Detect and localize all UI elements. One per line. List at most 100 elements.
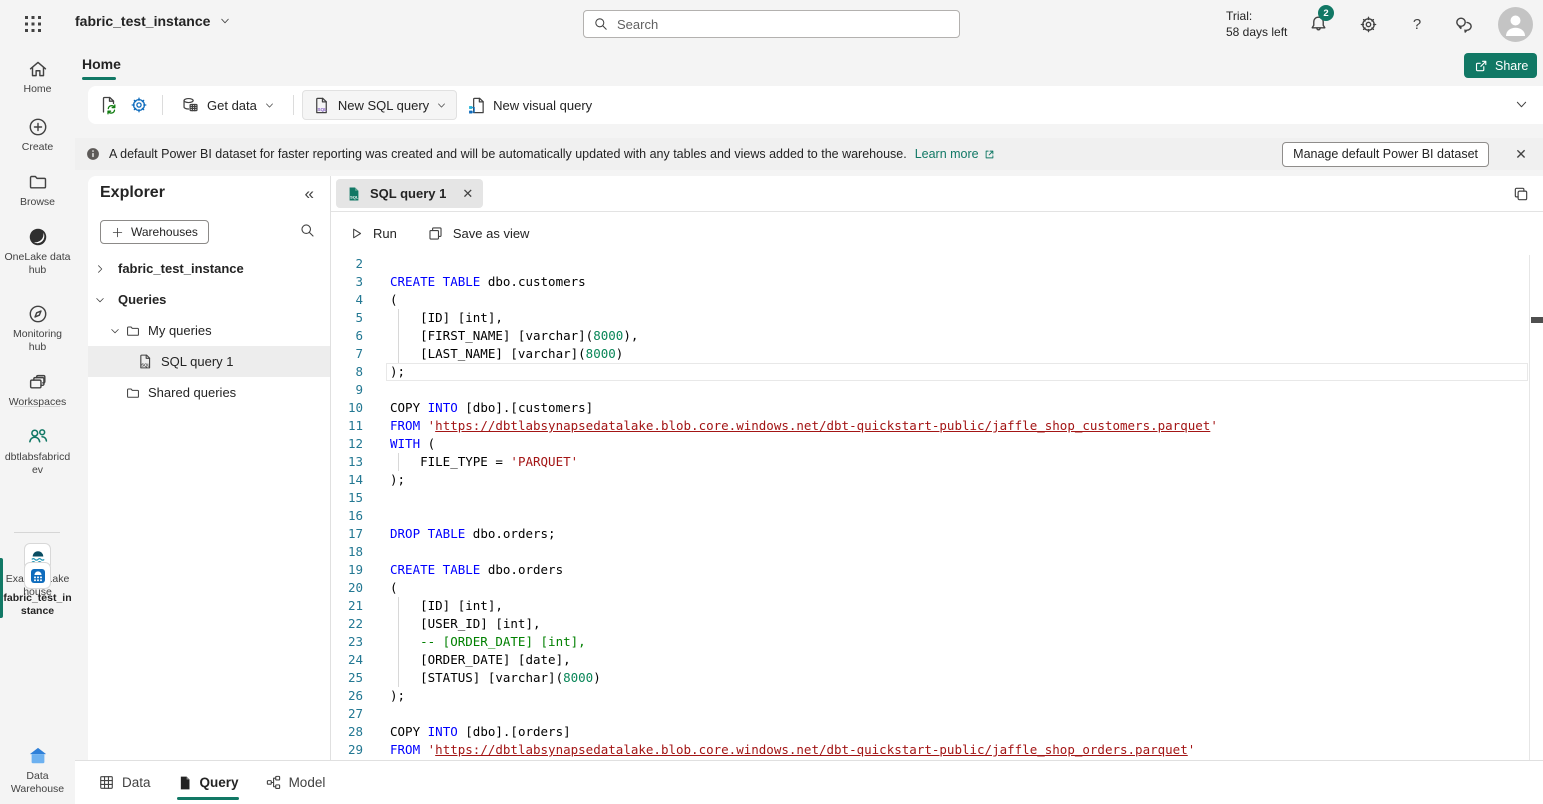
code-line[interactable]: 2 — [331, 255, 1543, 273]
tree-item-label: My queries — [148, 323, 212, 338]
code-line[interactable]: 9 — [331, 381, 1543, 399]
code-line[interactable]: 18 — [331, 543, 1543, 561]
sql-code-editor[interactable]: 23CREATE TABLE dbo.customers4(5 [ID] [in… — [331, 255, 1543, 760]
tab-model-label: Model — [289, 775, 326, 790]
code-line[interactable]: 20( — [331, 579, 1543, 597]
settings-button[interactable] — [1356, 12, 1380, 36]
tree-item-queries[interactable]: Queries — [88, 284, 330, 315]
tree-item-my-queries[interactable]: My queries — [88, 315, 330, 346]
sidebar-item-data-warehouse[interactable]: Data Warehouse — [0, 745, 75, 795]
compass-icon — [27, 303, 49, 325]
warehouse-icon — [24, 562, 51, 589]
manage-dataset-button[interactable]: Manage default Power BI dataset — [1282, 142, 1489, 167]
collapse-ribbon-button[interactable] — [1514, 97, 1529, 112]
code-line[interactable]: 7 [LAST_NAME] [varchar](8000) — [331, 345, 1543, 363]
tab-model[interactable]: Model — [265, 761, 326, 804]
line-number: 27 — [331, 705, 363, 723]
sidebar-item-home[interactable]: Home — [0, 58, 75, 96]
share-button[interactable]: Share — [1464, 53, 1537, 78]
tree-item-warehouse[interactable]: fabric_test_instance — [88, 253, 330, 284]
explorer-search-icon[interactable] — [299, 222, 316, 239]
get-data-button[interactable]: Get data — [171, 90, 285, 120]
sidebar-item-dbtlabsfabricdev[interactable]: dbtlabsfabricdev — [0, 424, 75, 476]
plus-icon — [111, 226, 124, 239]
code-line[interactable]: 11FROM 'https://dbtlabsynapsedatalake.bl… — [331, 417, 1543, 435]
sidebar-item-label: Workspaces — [6, 396, 70, 409]
code-line[interactable]: 8); — [331, 363, 1543, 381]
tab-sql-query-1[interactable]: SQL SQL query 1 ✕ — [336, 179, 483, 208]
code-line[interactable]: 5 [ID] [int], — [331, 309, 1543, 327]
code-line[interactable]: 3CREATE TABLE dbo.customers — [331, 273, 1543, 291]
trial-status[interactable]: Trial: 58 days left — [1226, 8, 1287, 40]
tab-close-icon[interactable]: ✕ — [462, 186, 473, 202]
dataset-info-banner: A default Power BI dataset for faster re… — [75, 138, 1543, 170]
run-button[interactable]: Run — [349, 226, 397, 241]
chevron-down-icon[interactable] — [107, 325, 123, 337]
collapse-explorer-icon[interactable]: « — [305, 184, 314, 204]
sql-document-icon: SQL — [312, 96, 331, 115]
code-line[interactable]: 26); — [331, 687, 1543, 705]
add-warehouses-button[interactable]: Warehouses — [100, 220, 209, 244]
code-line[interactable]: 19CREATE TABLE dbo.orders — [331, 561, 1543, 579]
code-line[interactable]: 14); — [331, 471, 1543, 489]
svg-text:SQL: SQL — [141, 362, 150, 367]
sidebar-item-monitoring-hub[interactable]: Monitoring hub — [0, 303, 75, 353]
code-line[interactable]: 27 — [331, 705, 1543, 723]
code-line[interactable]: 4( — [331, 291, 1543, 309]
new-sql-query-label: New SQL query — [338, 98, 429, 113]
code-line[interactable]: 25 [STATUS] [varchar](8000) — [331, 669, 1543, 687]
code-line[interactable]: 21 [ID] [int], — [331, 597, 1543, 615]
tab-home[interactable]: Home — [82, 56, 121, 72]
code-line[interactable]: 6 [FIRST_NAME] [varchar](8000), — [331, 327, 1543, 345]
sidebar-item-browse[interactable]: Browse — [0, 171, 75, 209]
code-line[interactable]: 17DROP TABLE dbo.orders; — [331, 525, 1543, 543]
line-number: 8 — [331, 363, 363, 381]
feedback-button[interactable] — [1452, 12, 1476, 36]
new-visual-query-button[interactable]: New visual query — [457, 90, 602, 120]
run-label: Run — [373, 226, 397, 241]
new-sql-query-button[interactable]: SQL New SQL query — [302, 90, 457, 120]
code-line[interactable]: 12WITH ( — [331, 435, 1543, 453]
visual-query-icon — [467, 96, 486, 115]
gear-icon — [1358, 14, 1379, 35]
workspaces-icon — [27, 371, 49, 393]
search-input[interactable] — [617, 17, 950, 32]
workspace-switcher[interactable]: fabric_test_instance — [75, 13, 231, 29]
sidebar-item-create[interactable]: Create — [0, 116, 75, 154]
help-button[interactable]: ? — [1405, 12, 1429, 36]
line-number: 14 — [331, 471, 363, 489]
copy-icon[interactable] — [1512, 185, 1530, 203]
code-line[interactable]: 13 FILE_TYPE = 'PARQUET' — [331, 453, 1543, 471]
sidebar-item-onelake-data-hub[interactable]: OneLake data hub — [0, 226, 75, 276]
avatar[interactable] — [1498, 7, 1533, 42]
new-refresh-query-button[interactable] — [94, 90, 124, 120]
tree-item-shared-queries[interactable]: Shared queries — [88, 377, 330, 408]
banner-close-icon[interactable]: ✕ — [1511, 144, 1531, 164]
line-number: 26 — [331, 687, 363, 705]
app-launcher-icon[interactable] — [23, 14, 43, 34]
tree-item-sql-query-1[interactable]: SQL SQL query 1 — [88, 346, 330, 377]
settings-query-button[interactable] — [124, 90, 154, 120]
code-line[interactable]: 16 — [331, 507, 1543, 525]
learn-more-label: Learn more — [915, 147, 979, 161]
learn-more-link[interactable]: Learn more — [915, 147, 996, 161]
line-number: 17 — [331, 525, 363, 543]
code-text: FROM 'https://dbtlabsynapsedatalake.blob… — [390, 741, 1195, 759]
tab-query[interactable]: Query — [177, 761, 239, 804]
code-line[interactable]: 15 — [331, 489, 1543, 507]
code-line[interactable]: 23 -- [ORDER_DATE] [int], — [331, 633, 1543, 651]
code-line[interactable]: 24 [ORDER_DATE] [date], — [331, 651, 1543, 669]
code-line[interactable]: 29FROM 'https://dbtlabsynapsedatalake.bl… — [331, 741, 1543, 759]
chevron-right-icon[interactable] — [92, 263, 108, 275]
chevron-down-icon[interactable] — [92, 294, 108, 306]
cursor-position-mark — [1531, 317, 1543, 323]
code-line[interactable]: 28COPY INTO [dbo].[orders] — [331, 723, 1543, 741]
code-line[interactable]: 22 [USER_ID] [int], — [331, 615, 1543, 633]
code-text: ( — [390, 291, 398, 309]
code-line[interactable]: 10COPY INTO [dbo].[customers] — [331, 399, 1543, 417]
sidebar-item-fabric-test-instance[interactable]: fabric_test_instance — [0, 562, 75, 617]
save-as-view-button[interactable]: Save as view — [427, 225, 530, 242]
sidebar-item-workspaces[interactable]: Workspaces — [0, 371, 75, 409]
editor-overview-ruler[interactable] — [1529, 255, 1543, 760]
tab-data[interactable]: Data — [98, 761, 151, 804]
